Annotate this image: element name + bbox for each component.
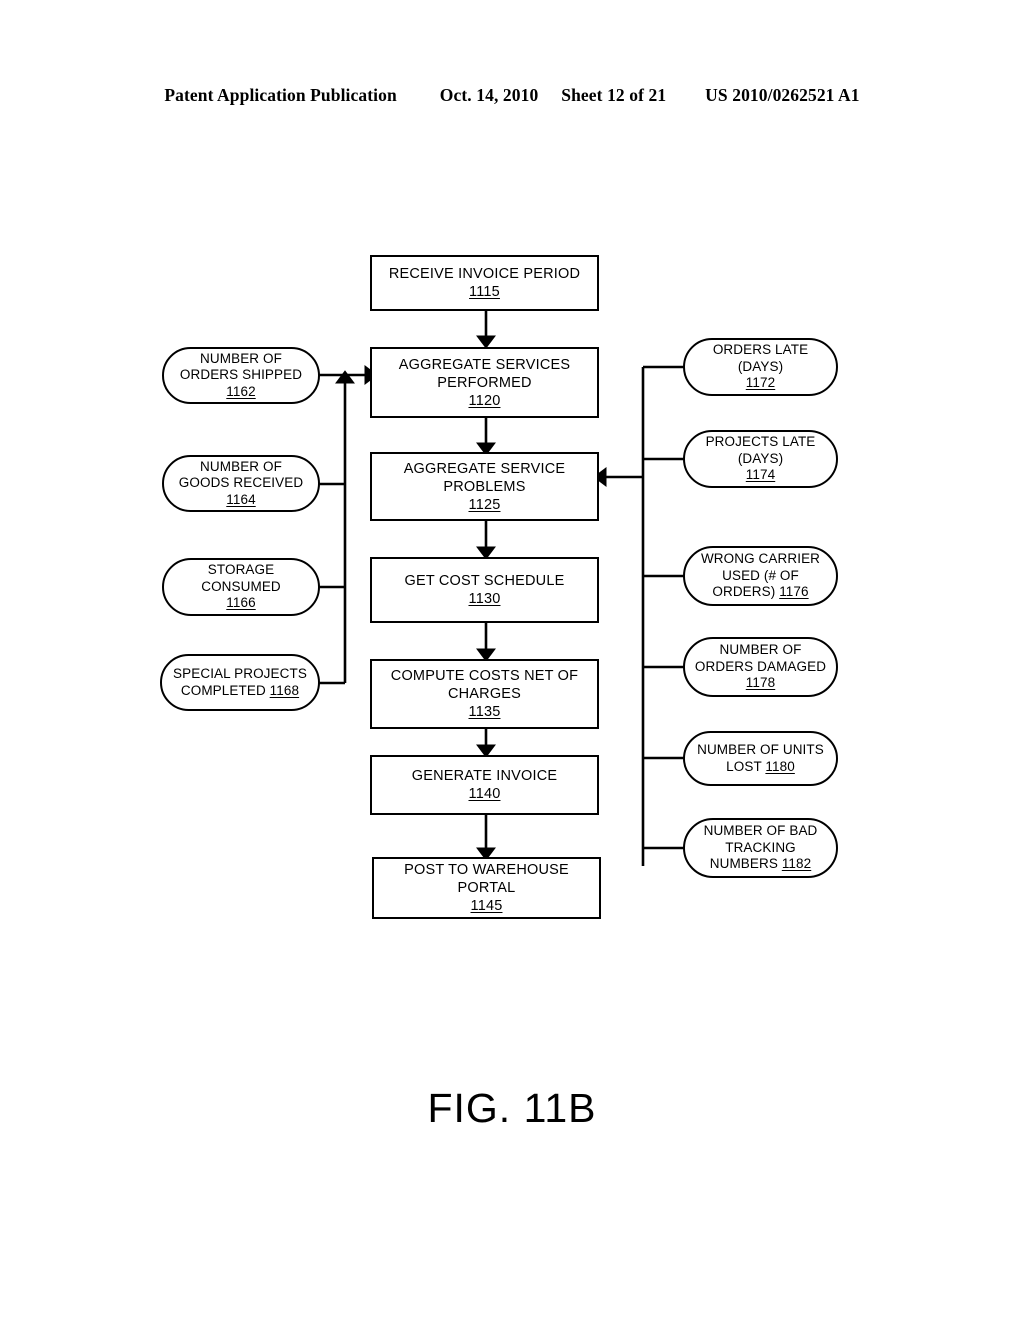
input-node-1174-ref: 1174 xyxy=(745,467,776,483)
input-node-1168-ref: 1168 xyxy=(269,682,300,698)
input-node-1164[interactable]: NUMBER OF GOODS RECEIVED 1164 xyxy=(162,455,320,512)
process-box-1140-label: GENERATE INVOICE xyxy=(411,768,558,784)
input-node-1172-ref: 1172 xyxy=(745,375,776,391)
input-node-1174[interactable]: PROJECTS LATE (DAYS) 1174 xyxy=(683,430,838,488)
input-node-1162-ref: 1162 xyxy=(226,383,256,399)
input-node-1182[interactable]: NUMBER OF BAD TRACKING NUMBERS 1182 xyxy=(683,818,838,878)
process-box-1120[interactable]: AGGREGATE SERVICES PERFORMED 1120 xyxy=(370,347,599,418)
input-node-1172[interactable]: ORDERS LATE (DAYS) 1172 xyxy=(683,338,838,396)
process-box-1135[interactable]: COMPUTE COSTS NET OF CHARGES 1135 xyxy=(370,659,599,729)
process-box-1140-ref: 1140 xyxy=(468,786,501,802)
input-node-1172-label: ORDERS LATE (DAYS) xyxy=(712,342,809,374)
process-box-1120-label: AGGREGATE SERVICES PERFORMED xyxy=(398,356,571,391)
process-box-1130-label: GET COST SCHEDULE xyxy=(404,573,565,589)
process-box-1135-ref: 1135 xyxy=(468,704,501,720)
process-box-1130[interactable]: GET COST SCHEDULE 1130 xyxy=(370,557,599,623)
process-box-1125[interactable]: AGGREGATE SERVICE PROBLEMS 1125 xyxy=(370,452,599,521)
input-node-1168-label: SPECIAL PROJECTS COMPLETED 1168 xyxy=(173,666,307,698)
input-node-1166-ref: 1166 xyxy=(226,595,256,611)
process-box-1145[interactable]: POST TO WAREHOUSE PORTAL 1145 xyxy=(372,857,601,919)
input-node-1166-label: STORAGE CONSUMED xyxy=(201,562,281,594)
input-node-1164-ref: 1164 xyxy=(226,491,256,507)
input-node-1178-ref: 1178 xyxy=(745,675,776,691)
process-box-1140[interactable]: GENERATE INVOICE 1140 xyxy=(370,755,599,815)
process-box-1130-ref: 1130 xyxy=(468,591,501,607)
input-node-1178[interactable]: NUMBER OF ORDERS DAMAGED 1178 xyxy=(683,637,838,697)
input-node-1176-label: WRONG CARRIER USED (# OF ORDERS) 1176 xyxy=(700,551,821,600)
process-box-1125-ref: 1125 xyxy=(468,496,501,513)
process-box-1120-ref: 1120 xyxy=(468,392,501,409)
input-node-1166[interactable]: STORAGE CONSUMED 1166 xyxy=(162,558,320,616)
input-node-1180[interactable]: NUMBER OF UNITS LOST 1180 xyxy=(683,731,838,786)
input-node-1178-label: NUMBER OF ORDERS DAMAGED xyxy=(694,642,827,674)
process-box-1135-label: COMPUTE COSTS NET OF CHARGES xyxy=(390,668,579,702)
input-node-1182-label: NUMBER OF BAD TRACKING NUMBERS 1182 xyxy=(703,823,818,872)
process-box-1145-ref: 1145 xyxy=(470,898,503,914)
input-node-1168[interactable]: SPECIAL PROJECTS COMPLETED 1168 xyxy=(160,654,320,711)
process-box-1115-label: RECEIVE INVOICE PERIOD xyxy=(388,266,581,282)
input-node-1180-label: NUMBER OF UNITS LOST 1180 xyxy=(697,742,824,774)
figure-caption: FIG. 11B xyxy=(427,1085,597,1131)
input-node-1162-label: NUMBER OF ORDERS SHIPPED xyxy=(179,350,303,383)
input-node-1180-ref: 1180 xyxy=(765,758,795,774)
input-node-1162[interactable]: NUMBER OF ORDERS SHIPPED 1162 xyxy=(162,347,320,404)
input-node-1176-ref: 1176 xyxy=(779,584,809,600)
process-box-1145-label: POST TO WAREHOUSE PORTAL xyxy=(404,862,569,896)
process-box-1125-label: AGGREGATE SERVICE PROBLEMS xyxy=(403,460,566,495)
input-node-1164-label: NUMBER OF GOODS RECEIVED xyxy=(178,458,304,491)
input-node-1182-ref: 1182 xyxy=(781,856,812,872)
process-box-1115[interactable]: RECEIVE INVOICE PERIOD 1115 xyxy=(370,255,599,311)
input-node-1176[interactable]: WRONG CARRIER USED (# OF ORDERS) 1176 xyxy=(683,546,838,606)
process-box-1115-ref: 1115 xyxy=(469,284,500,300)
input-node-1174-label: PROJECTS LATE (DAYS) xyxy=(705,434,816,466)
